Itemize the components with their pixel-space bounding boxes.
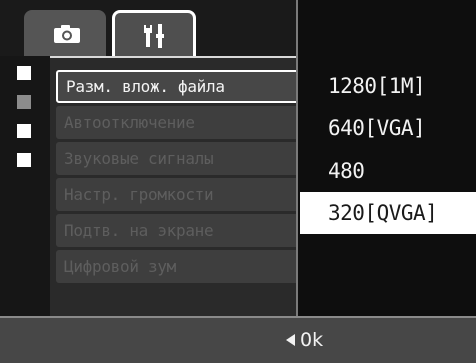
- menu-item[interactable]: Автоотключение: [56, 106, 296, 139]
- camera-menu-screen: Разм. влож. файла Автоотключение Звуковые …: [0, 0, 476, 363]
- page-square-icon: [17, 95, 31, 109]
- bottom-hint-bar: 0k: [0, 316, 476, 363]
- setup-icon: [144, 24, 164, 48]
- options-divider: [296, 0, 298, 316]
- ok-label: 0k: [300, 329, 324, 351]
- menu-list: Разм. влож. файла Автоотключение Звуковые …: [50, 56, 296, 316]
- camera-icon: [54, 25, 80, 43]
- option-item[interactable]: 640[VGA]: [310, 110, 470, 146]
- page-square-icon: [17, 153, 31, 167]
- option-item[interactable]: 320[QVGA]: [300, 192, 476, 234]
- page-square-icon: [17, 66, 31, 80]
- tab-bar: [0, 0, 296, 56]
- menu-item[interactable]: Подтв. на экране: [56, 214, 296, 247]
- options-list: 1280[1M] 640[VGA] 480 320[QVGA]: [296, 0, 476, 316]
- tab-camera[interactable]: [24, 10, 106, 56]
- menu-item[interactable]: Настр. громкости: [56, 178, 296, 211]
- option-item[interactable]: 1280[1M]: [310, 68, 470, 104]
- menu-item[interactable]: Цифровой зум: [56, 250, 296, 283]
- tab-setup[interactable]: [112, 10, 196, 56]
- option-item[interactable]: 480: [310, 153, 470, 189]
- ok-hint[interactable]: 0k: [286, 318, 323, 363]
- page-indicator: [0, 56, 50, 316]
- left-arrow-icon: [286, 334, 295, 346]
- menu-item[interactable]: Разм. влож. файла: [56, 70, 296, 103]
- page-square-icon: [17, 124, 31, 138]
- menu-item[interactable]: Звуковые сигналы: [56, 142, 296, 175]
